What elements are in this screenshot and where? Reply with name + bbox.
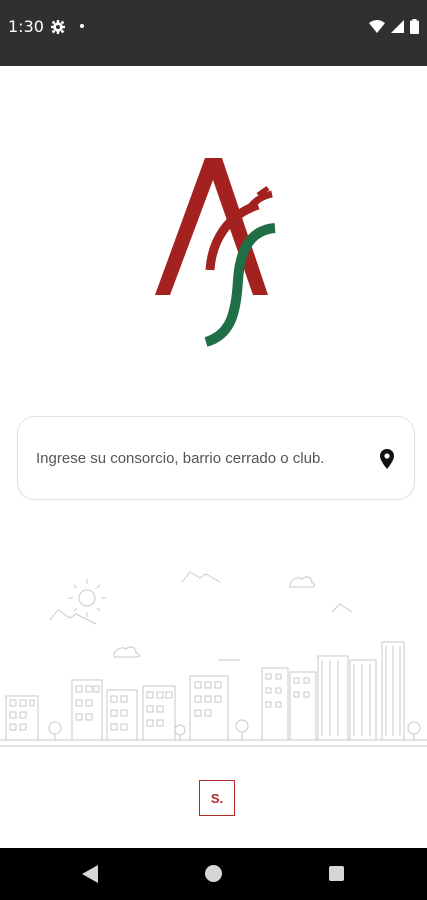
home-icon[interactable]	[205, 865, 222, 882]
cell-signal-icon	[391, 20, 404, 33]
settings-icon	[51, 20, 65, 34]
sponsor-badge-label: S.	[210, 790, 224, 806]
back-icon[interactable]	[82, 865, 98, 883]
sponsor-badge: S.	[199, 780, 235, 816]
battery-icon	[410, 19, 419, 34]
notification-dot-icon	[80, 24, 84, 28]
recents-icon[interactable]	[329, 866, 344, 881]
navigation-bar	[0, 848, 427, 900]
status-icons	[369, 19, 419, 34]
city-skyline-illustration	[0, 571, 427, 747]
search-placeholder: Ingrese su consorcio, barrio cerrado o c…	[36, 450, 325, 467]
wifi-icon	[369, 20, 385, 33]
search-field[interactable]: Ingrese su consorcio, barrio cerrado o c…	[17, 416, 415, 500]
status-bar: 1:30	[0, 0, 427, 66]
location-pin-icon[interactable]	[380, 449, 394, 469]
asf-logo	[155, 158, 276, 347]
status-time: 1:30	[8, 17, 44, 36]
